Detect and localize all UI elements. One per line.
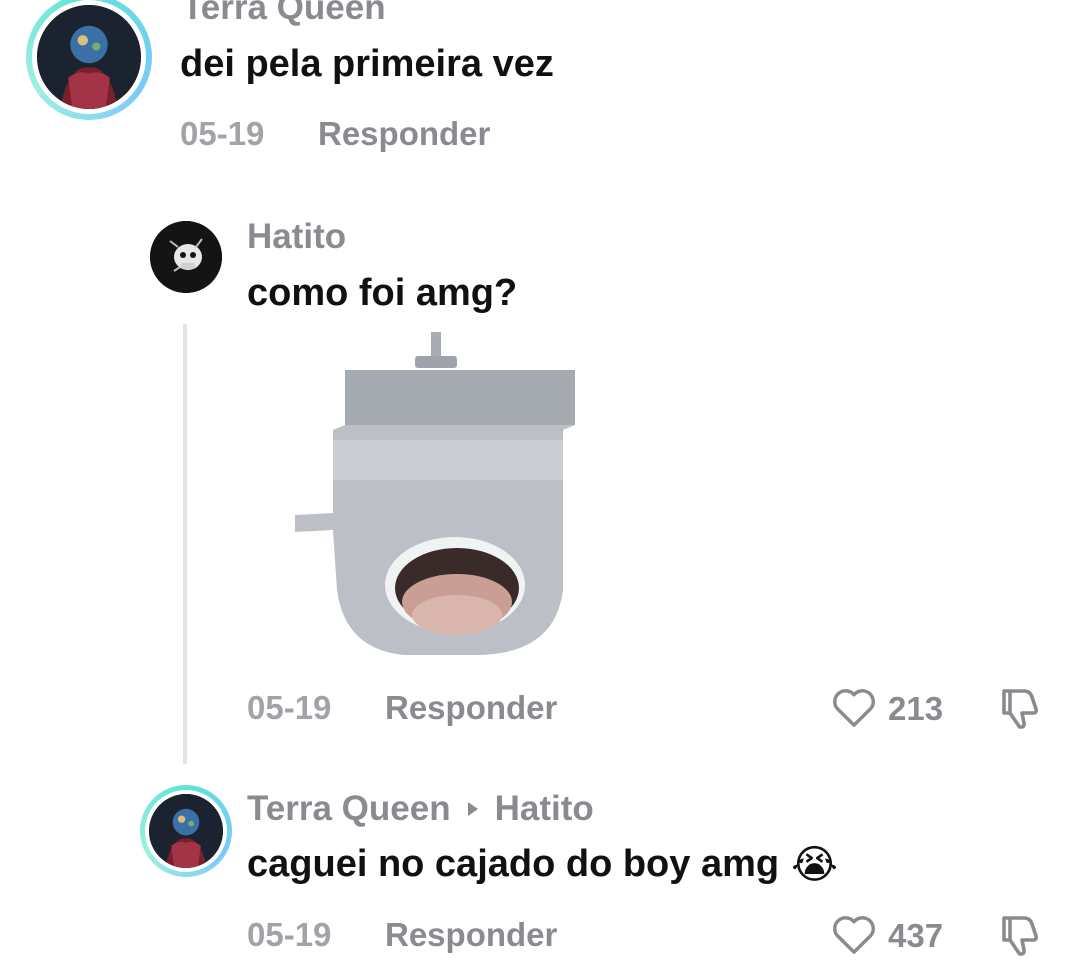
thread-line [183,324,187,764]
reply-button[interactable]: Responder [385,689,557,727]
avatar-image [37,5,141,109]
like-button[interactable] [830,910,878,958]
like-button[interactable] [830,683,878,731]
sticker-image[interactable] [285,330,585,660]
dislike-button[interactable] [992,910,1044,962]
comment-date: 05-19 [247,689,332,726]
dislike-button[interactable] [992,683,1044,735]
like-count: 437 [888,917,944,954]
comment-date: 05-19 [247,916,332,953]
avatar-terra-queen[interactable] [26,0,152,120]
avatar-terra-queen[interactable] [140,785,232,877]
thumbs-down-outline-icon [1002,916,1038,956]
heart-outline-icon [833,916,875,954]
comment-text: caguei no cajado do boy amg [247,843,780,885]
thumbs-down-outline-icon [1002,689,1038,729]
comment-author[interactable]: Terra Queen [182,0,386,28]
sticker-toilet-image [295,332,575,655]
reply-to-author[interactable]: Hatito [495,789,594,829]
like-count: 213 [888,690,944,727]
avatar-hatito[interactable] [150,221,222,293]
comment-text: como foi amg? [247,272,518,314]
comment-author-line: Terra Queen Hatito [247,789,594,829]
avatar-image [150,221,222,293]
heart-outline-icon [833,689,875,727]
comment-text: dei pela primeira vez [180,43,554,85]
comment-author[interactable]: Terra Queen [247,789,451,829]
reply-button[interactable]: Responder [318,115,490,153]
comment-author[interactable]: Hatito [247,217,346,257]
comment-date: 05-19 [180,115,265,152]
triangle-right-icon [467,802,478,816]
crying-face-emoji: 😭 [791,842,838,887]
comment-text-line: caguei no cajado do boy amg 😭 [247,843,838,886]
avatar-image [149,794,223,868]
reply-button[interactable]: Responder [385,916,557,954]
